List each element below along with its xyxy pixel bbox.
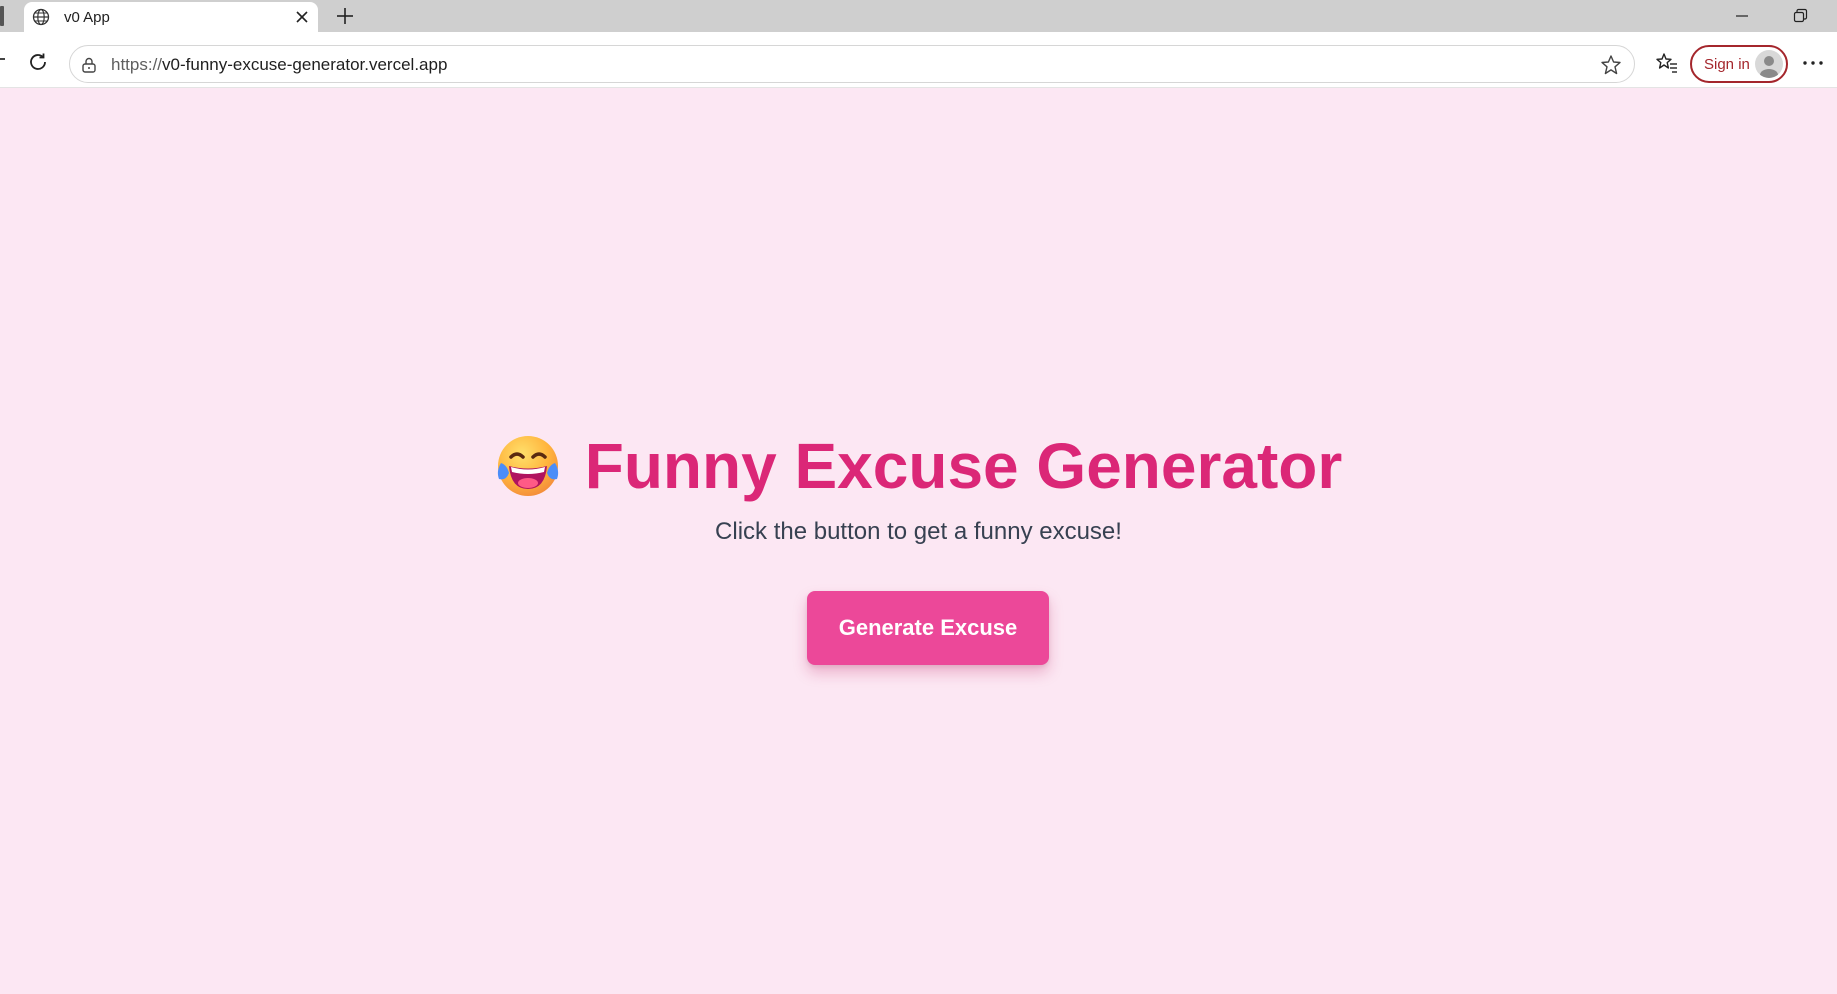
- favorite-star-icon[interactable]: [1600, 54, 1622, 76]
- tab-strip: v0 App: [0, 0, 1837, 32]
- page-heading: Funny Excuse Generator: [0, 428, 1837, 504]
- browser-toolbar: https://v0-funny-excuse-generator.vercel…: [0, 32, 1837, 88]
- address-bar[interactable]: https://v0-funny-excuse-generator.vercel…: [69, 45, 1635, 83]
- back-arrow-icon[interactable]: [0, 58, 5, 60]
- globe-icon: [32, 8, 50, 26]
- active-tab[interactable]: v0 App: [24, 2, 318, 32]
- reload-icon[interactable]: [26, 50, 50, 74]
- page-title: Funny Excuse Generator: [584, 430, 1343, 502]
- sign-in-label: Sign in: [1704, 56, 1750, 73]
- minimize-window-icon[interactable]: [1734, 8, 1750, 24]
- url-text[interactable]: https://v0-funny-excuse-generator.vercel…: [111, 55, 447, 75]
- page-content: Funny Excuse Generator Click the button …: [0, 88, 1837, 994]
- url-host: v0-funny-excuse-generator.vercel.app: [162, 55, 448, 74]
- tab-title: v0 App: [64, 9, 110, 26]
- more-options-icon[interactable]: [1802, 58, 1824, 68]
- profile-avatar-icon: [1755, 50, 1783, 78]
- face-with-tears-of-joy-icon: [497, 436, 558, 496]
- restore-window-icon[interactable]: [1792, 8, 1808, 24]
- lock-icon[interactable]: [80, 56, 98, 74]
- page-subtitle: Click the button to get a funny excuse!: [715, 518, 1122, 545]
- previous-tab-edge[interactable]: [0, 6, 4, 26]
- favorites-icon[interactable]: [1655, 51, 1679, 75]
- sign-in-button[interactable]: Sign in: [1690, 45, 1788, 83]
- generate-excuse-button[interactable]: Generate Excuse: [807, 591, 1049, 665]
- new-tab-icon[interactable]: [334, 5, 356, 27]
- url-scheme: https://: [111, 55, 163, 74]
- close-tab-icon[interactable]: [292, 7, 312, 27]
